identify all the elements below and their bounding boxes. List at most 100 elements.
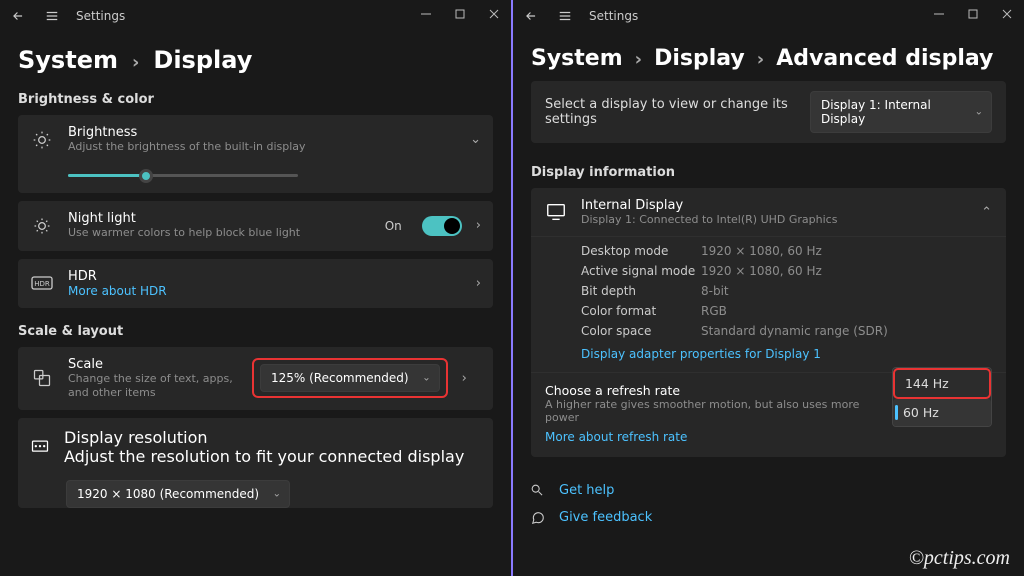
kv-key: Active signal mode [581,264,701,278]
section-display-information: Display information [513,157,1024,188]
kv-key: Color format [581,304,701,318]
adapter-properties-link[interactable]: Display adapter properties for Display 1 [581,347,821,361]
titlebar: Settings [513,0,1024,32]
hdr-title: HDR [68,269,462,284]
kv-key: Bit depth [581,284,701,298]
maximize-button[interactable] [956,0,990,28]
chevron-down-icon: ⌄ [273,489,281,500]
chevron-right-icon[interactable]: › [476,276,481,291]
breadcrumb-root[interactable]: System [18,46,118,74]
refresh-rate-dropdown-open: 144 Hz 60 Hz [892,367,992,427]
chevron-up-icon[interactable]: ⌃ [981,205,992,220]
minimize-button[interactable] [922,0,956,28]
window-controls [922,0,1024,28]
refresh-link[interactable]: More about refresh rate [545,430,687,444]
night-light-state: On [385,219,402,233]
display-info-header[interactable]: Internal Display Display 1: Connected to… [531,188,1006,236]
scale-title: Scale [68,357,238,372]
chevron-right-icon[interactable]: › [462,371,467,386]
breadcrumb-leaf: Advanced display [776,46,993,71]
hdr-card[interactable]: HDR HDR More about HDR › [18,259,493,308]
svg-text:HDR: HDR [34,280,50,288]
titlebar: Settings [0,0,511,32]
resolution-sub: Adjust the resolution to fit your connec… [64,447,464,466]
brightness-slider[interactable] [68,174,298,177]
night-light-sub: Use warmer colors to help block blue lig… [68,226,371,240]
app-title: Settings [589,9,638,23]
resolution-value: 1920 × 1080 (Recommended) [77,487,259,501]
kv-value: 1920 × 1080, 60 Hz [701,264,822,278]
close-button[interactable] [477,0,511,28]
hdr-icon: HDR [30,271,54,295]
brightness-text: Brightness Adjust the brightness of the … [68,125,456,154]
kv-key: Color space [581,324,701,338]
settings-advanced-display-window: Settings System › Display › Advanced dis… [513,0,1024,576]
breadcrumb-mid[interactable]: Display [654,46,745,71]
section-brightness-color: Brightness & color [0,84,511,115]
back-button[interactable] [8,6,28,26]
kv-value: 8-bit [701,284,729,298]
scale-sub: Change the size of text, apps, and other… [68,372,238,401]
chevron-down-icon: ⌄ [975,107,983,118]
back-button[interactable] [521,6,541,26]
give-feedback-row[interactable]: Give feedback [531,504,1006,531]
night-light-toggle[interactable] [422,216,462,236]
resolution-icon [30,437,50,457]
brightness-card[interactable]: Brightness Adjust the brightness of the … [18,115,493,193]
refresh-option-60hz[interactable]: 60 Hz [893,399,991,426]
display-selector-value: Display 1: Internal Display [821,98,961,126]
help-icon [531,484,547,498]
give-feedback-link[interactable]: Give feedback [559,510,652,525]
chevron-right-icon: › [757,49,764,70]
close-button[interactable] [990,0,1024,28]
resolution-card[interactable]: Display resolution Adjust the resolution… [18,418,493,508]
nav-menu-button[interactable] [42,6,62,26]
night-light-title: Night light [68,211,371,226]
chevron-down-icon: ⌄ [422,373,430,384]
kv-value: Standard dynamic range (SDR) [701,324,888,338]
scale-highlight: 125% (Recommended) ⌄ [252,358,448,398]
chevron-right-icon[interactable]: › [476,218,481,233]
feedback-icon [531,511,547,525]
monitor-icon [545,201,567,223]
window-controls [409,0,511,28]
scale-icon [30,366,54,390]
brightness-title: Brightness [68,125,456,140]
chevron-down-icon[interactable]: ⌄ [470,132,481,147]
refresh-sub: A higher rate gives smoother motion, but… [545,398,880,424]
section-scale-layout: Scale & layout [0,316,511,347]
chevron-right-icon: › [635,49,642,70]
brightness-sub: Adjust the brightness of the built-in di… [68,140,456,154]
resolution-dropdown[interactable]: 1920 × 1080 (Recommended) ⌄ [66,480,290,508]
kv-value: 1920 × 1080, 60 Hz [701,244,822,258]
nav-menu-button[interactable] [555,6,575,26]
watermark: ©pctips.com [909,547,1010,570]
breadcrumb: System › Display › Advanced display [513,32,1024,81]
brightness-icon [30,128,54,152]
display-info-sub: Display 1: Connected to Intel(R) UHD Gra… [581,213,837,226]
kv-value: RGB [701,304,727,318]
display-info-card: Internal Display Display 1: Connected to… [531,188,1006,457]
settings-display-window: Settings System › Display Brightness & c… [0,0,511,576]
get-help-row[interactable]: Get help [531,477,1006,504]
night-light-card[interactable]: Night light Use warmer colors to help bl… [18,201,493,250]
minimize-button[interactable] [409,0,443,28]
refresh-rate-block: Choose a refresh rate A higher rate give… [531,372,1006,457]
hdr-link[interactable]: More about HDR [68,284,462,298]
scale-dropdown[interactable]: 125% (Recommended) ⌄ [260,364,440,392]
helpers: Get help Give feedback [513,471,1024,537]
breadcrumb-root[interactable]: System [531,46,623,71]
maximize-button[interactable] [443,0,477,28]
display-selector-label: Select a display to view or change its s… [545,97,810,127]
display-info-title: Internal Display [581,198,837,213]
display-selector-dropdown[interactable]: Display 1: Internal Display ⌄ [810,91,992,133]
get-help-link[interactable]: Get help [559,483,614,498]
refresh-option-144hz[interactable]: 144 Hz [893,368,991,399]
kv-key: Desktop mode [581,244,701,258]
chevron-right-icon: › [132,52,139,73]
refresh-title: Choose a refresh rate [545,375,880,398]
resolution-title: Display resolution [64,428,464,447]
night-light-icon [30,214,54,238]
scale-value: 125% (Recommended) [271,371,409,385]
scale-card[interactable]: Scale Change the size of text, apps, and… [18,347,493,411]
